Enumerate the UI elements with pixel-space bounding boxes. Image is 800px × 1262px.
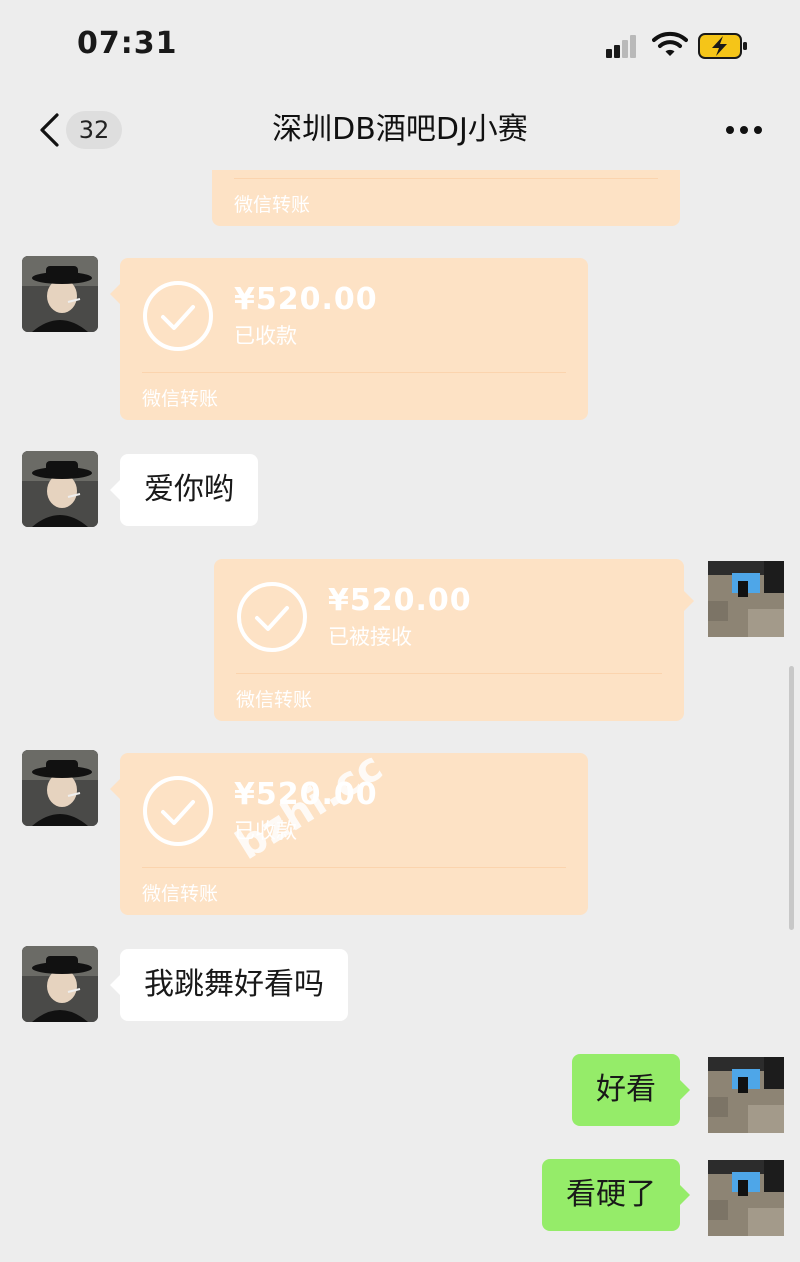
chat-header: 32 深圳DB酒吧DJ小赛 xyxy=(0,90,800,170)
ellipsis-icon[interactable] xyxy=(724,126,764,136)
cellular-signal-icon xyxy=(606,34,644,58)
text-message[interactable]: 我跳舞好看吗 xyxy=(110,949,348,1021)
transfer-amount: ¥520.00 xyxy=(328,583,472,618)
transfer-footer: 微信转账 xyxy=(234,194,311,216)
transfer-amount: ¥520.00 xyxy=(234,282,378,317)
text-message[interactable]: 好看 xyxy=(572,1054,690,1126)
chat-title: 深圳DB酒吧DJ小赛 xyxy=(272,112,528,147)
avatar[interactable] xyxy=(22,946,98,1022)
chat-message-list[interactable]: 微信转账 ¥520.00 已收款 微信转账 爱你哟 ¥520.00 已被接收 微… xyxy=(0,170,800,1262)
transfer-status: 已被接收 xyxy=(328,625,412,649)
transfer-message[interactable]: ¥520.00 已被接收 微信转账 xyxy=(214,559,694,721)
avatar[interactable] xyxy=(22,451,98,527)
scrollbar[interactable] xyxy=(789,666,794,930)
avatar[interactable] xyxy=(708,1160,784,1236)
text-message[interactable]: 爱你哟 xyxy=(110,454,258,526)
check-circle-icon xyxy=(237,582,307,652)
check-circle-icon xyxy=(143,776,213,846)
wifi-icon xyxy=(652,31,688,56)
transfer-status: 已收款 xyxy=(234,324,297,348)
unread-count-badge[interactable]: 32 xyxy=(66,111,122,149)
status-time: 07:31 xyxy=(77,26,178,61)
transfer-footer: 微信转账 xyxy=(142,388,219,410)
avatar[interactable] xyxy=(22,256,98,332)
text-message[interactable]: 看硬了 xyxy=(542,1159,690,1231)
transfer-message[interactable]: 微信转账 xyxy=(212,170,680,226)
transfer-footer: 微信转账 xyxy=(142,883,219,905)
transfer-message[interactable]: ¥520.00 已收款 微信转账 xyxy=(110,258,588,420)
transfer-footer: 微信转账 xyxy=(236,689,313,711)
avatar[interactable] xyxy=(22,750,98,826)
battery-charging-icon xyxy=(698,33,747,59)
check-circle-icon xyxy=(143,281,213,351)
avatar[interactable] xyxy=(708,1057,784,1133)
status-bar: 07:31 xyxy=(0,0,800,90)
chevron-left-icon[interactable] xyxy=(38,112,60,148)
avatar[interactable] xyxy=(708,561,784,637)
